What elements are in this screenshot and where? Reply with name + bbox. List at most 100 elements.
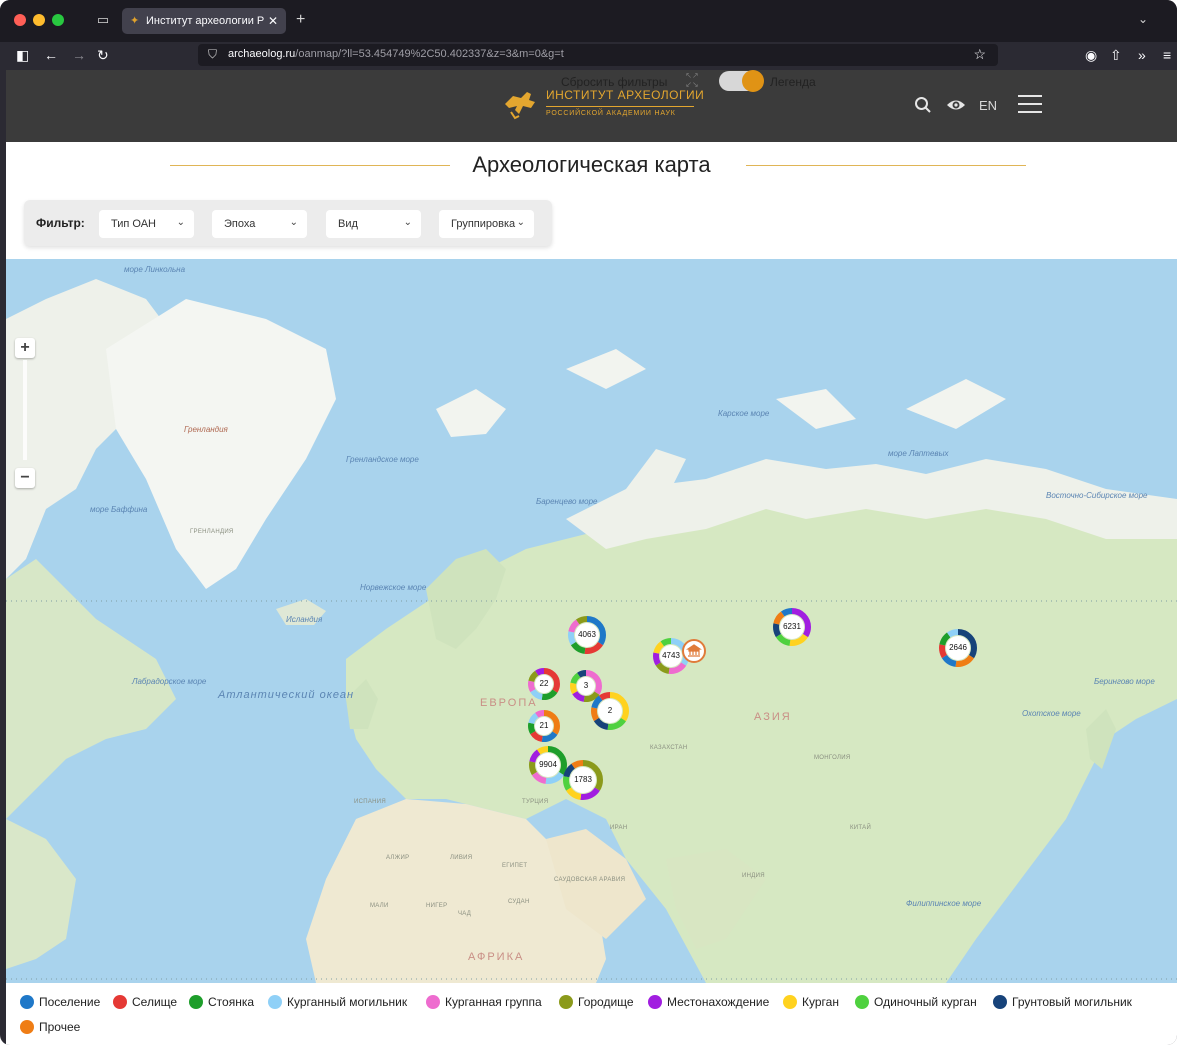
- fullscreen-expand-icon[interactable]: ↖↗ ↙↘: [682, 71, 702, 91]
- search-icon[interactable]: [914, 96, 932, 114]
- map-label: Баренцево море: [536, 497, 598, 506]
- title-area: Археологическая карта Фильтр: Тип ОАН ⌄ …: [6, 142, 1177, 259]
- select-grouping[interactable]: Группировка ⌄: [439, 210, 534, 238]
- map-country-label: ГРЕНЛАНДИЯ: [190, 529, 234, 535]
- map-country-label: НИГЕР: [426, 903, 448, 909]
- new-tab-button[interactable]: +: [296, 11, 305, 29]
- legend-item[interactable]: Городище: [559, 995, 634, 1009]
- bookmark-star-icon[interactable]: ☆: [973, 46, 986, 63]
- zoom-slider[interactable]: [23, 360, 27, 460]
- browser-tab[interactable]: ✦ Институт археологии Российс ✕: [122, 8, 286, 34]
- minimize-window-button[interactable]: [33, 14, 45, 26]
- account-icon[interactable]: ◉: [1085, 46, 1097, 64]
- zoom-control: + −: [15, 338, 35, 488]
- cluster-marker[interactable]: 6231: [772, 607, 812, 647]
- logo-subtitle[interactable]: РОССИЙСКОЙ АКАДЕМИИ НАУК: [546, 110, 676, 117]
- hamburger-menu-icon[interactable]: [1018, 95, 1042, 113]
- maximize-window-button[interactable]: [52, 14, 64, 26]
- legend-item[interactable]: Стоянка: [189, 995, 254, 1009]
- browser-window: ▭ ✦ Институт археологии Российс ✕ + ⌄ ◧ …: [0, 0, 1177, 1045]
- legend-item[interactable]: Курган: [783, 995, 839, 1009]
- cluster-marker[interactable]: 2646: [938, 628, 978, 668]
- url-text: archaeolog.ru/oanmap/?ll=53.454749%2C50.…: [228, 48, 564, 60]
- legend-color-dot: [855, 995, 869, 1009]
- map-label: Гренландия: [184, 425, 228, 434]
- extensions-icon[interactable]: ⇧: [1110, 46, 1122, 64]
- list-tabs-chevron-icon[interactable]: ⌄: [1138, 12, 1148, 26]
- reset-filters-button[interactable]: Сбросить фильтры: [561, 75, 667, 89]
- logo-horse-icon[interactable]: [501, 84, 541, 124]
- title-rule-right: [746, 165, 1026, 166]
- app-menu-icon[interactable]: ≡: [1163, 46, 1171, 64]
- address-bar[interactable]: ⛉ archaeolog.ru/oanmap/?ll=53.454749%2C5…: [198, 44, 998, 66]
- legend-item[interactable]: Курганный могильник: [268, 995, 407, 1009]
- back-icon[interactable]: ←: [44, 46, 58, 64]
- legend-item[interactable]: Местонахождение: [648, 995, 769, 1009]
- legend-item[interactable]: Поселение: [20, 995, 100, 1009]
- legend-color-dot: [993, 995, 1007, 1009]
- map-view[interactable]: море Линкольна Гренландия Гренландское м…: [6, 259, 1177, 983]
- chevron-down-icon: ⌄: [516, 217, 525, 228]
- map-label: Норвежское море: [360, 583, 427, 592]
- map-label: Карское море: [718, 409, 770, 418]
- cluster-marker[interactable]: 4063: [567, 615, 607, 655]
- legend-color-dot: [426, 995, 440, 1009]
- map-label: Филиппинское море: [906, 899, 982, 908]
- zoom-in-button[interactable]: +: [15, 338, 35, 358]
- tab-manager-icon[interactable]: ▭: [95, 12, 111, 28]
- legend-item[interactable]: Прочее: [20, 1020, 80, 1034]
- close-tab-icon[interactable]: ✕: [268, 14, 278, 28]
- map-country-label: ЧАД: [458, 911, 472, 917]
- close-window-button[interactable]: [14, 14, 26, 26]
- map-label: Берингово море: [1094, 677, 1155, 686]
- map-country-label: ТУРЦИЯ: [522, 799, 549, 805]
- map-country-label: АЛЖИР: [386, 855, 410, 861]
- legend-color-dot: [648, 995, 662, 1009]
- legend-item[interactable]: Селище: [113, 995, 177, 1009]
- legend-item[interactable]: Грунтовый могильник: [993, 995, 1132, 1009]
- eye-icon[interactable]: [946, 97, 966, 113]
- map-country-label: СУДАН: [508, 899, 530, 905]
- map-country-label: ЛИВИЯ: [450, 855, 473, 861]
- overflow-chevrons-icon[interactable]: »: [1138, 46, 1146, 64]
- map-label: Атлантический океан: [218, 689, 355, 701]
- tab-title: Институт археологии Российс: [146, 15, 264, 27]
- logo-title[interactable]: ИНСТИТУТ АРХЕОЛОГИИ: [546, 88, 704, 102]
- forward-icon[interactable]: →: [72, 46, 86, 64]
- map-country-label: ИРАН: [610, 825, 628, 831]
- cluster-marker[interactable]: 21: [527, 709, 561, 743]
- zoom-out-button[interactable]: −: [15, 468, 35, 488]
- chevron-down-icon: ⌄: [176, 217, 185, 228]
- reload-icon[interactable]: ↻: [97, 46, 109, 64]
- cluster-marker[interactable]: 22: [527, 667, 561, 701]
- sidebar-icon[interactable]: ◧: [16, 46, 29, 64]
- select-kind[interactable]: Вид ⌄: [326, 210, 421, 238]
- shield-icon: ⛉: [208, 47, 218, 61]
- legend-color-dot: [189, 995, 203, 1009]
- legend-item[interactable]: Курганная группа: [426, 995, 542, 1009]
- legend-color-dot: [783, 995, 797, 1009]
- filter-bar: Фильтр: Тип ОАН ⌄ Эпоха ⌄ Вид ⌄ Группиро…: [24, 200, 552, 246]
- cluster-marker[interactable]: 1783: [562, 759, 604, 801]
- toggle-knob: [742, 70, 764, 92]
- legend-color-dot: [559, 995, 573, 1009]
- legend-color-dot: [20, 1020, 34, 1034]
- map-country-label: МАЛИ: [370, 903, 389, 909]
- select-oan-type[interactable]: Тип ОАН ⌄: [99, 210, 194, 238]
- map-label: море Баффина: [90, 505, 148, 514]
- legend-color-dot: [113, 995, 127, 1009]
- museum-marker-icon[interactable]: [682, 639, 706, 663]
- legend-item[interactable]: Одиночный курган: [855, 995, 977, 1009]
- legend-toggle[interactable]: [719, 70, 764, 92]
- cluster-marker[interactable]: 2: [590, 691, 630, 731]
- filter-label: Фильтр:: [36, 216, 85, 230]
- logo-divider: [546, 106, 694, 107]
- language-switch[interactable]: EN: [979, 98, 997, 113]
- select-epoch[interactable]: Эпоха ⌄: [212, 210, 307, 238]
- map-country-label: ЕГИПЕТ: [502, 863, 528, 869]
- map-label: море Линкольна: [124, 265, 186, 274]
- legend-toggle-label: Легенда: [770, 75, 816, 89]
- map-country-label: КАЗАХСТАН: [650, 745, 688, 751]
- map-continent-label: АФРИКА: [468, 951, 525, 963]
- map-label: море Лаптевых: [888, 449, 949, 458]
